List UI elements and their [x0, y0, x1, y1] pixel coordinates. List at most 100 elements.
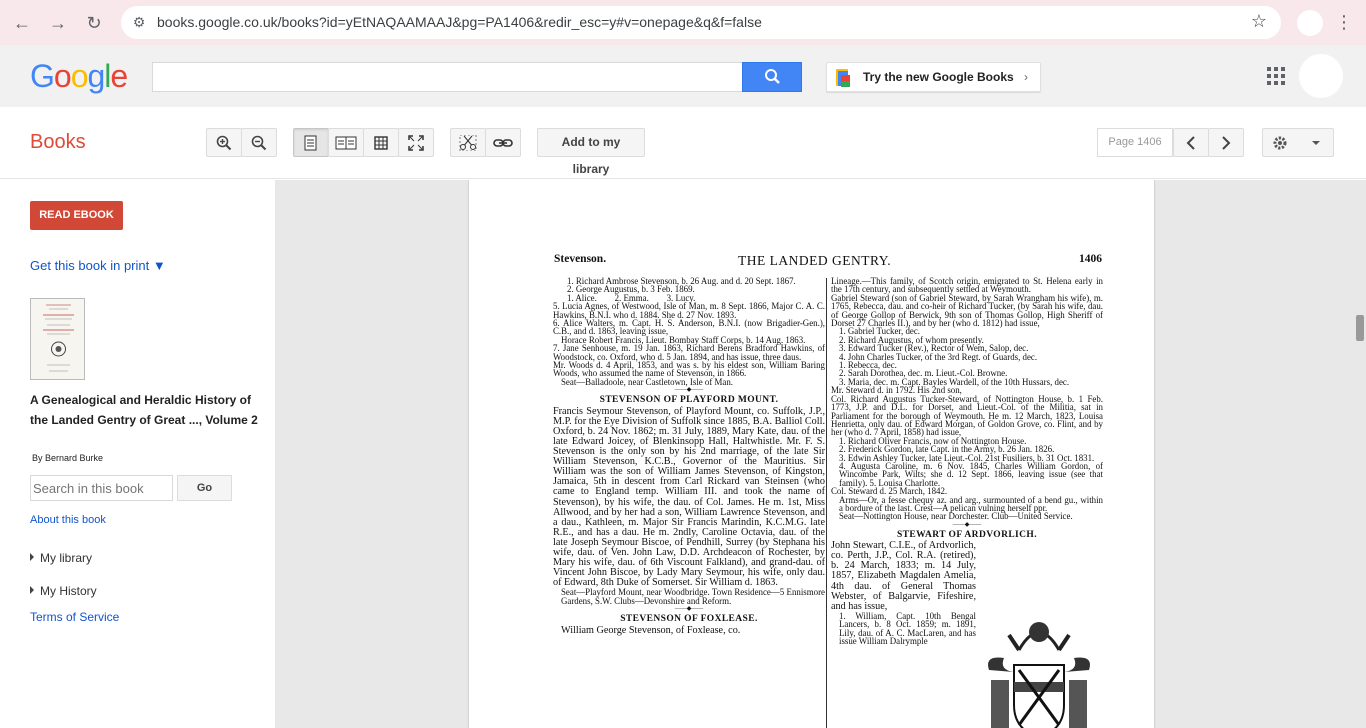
chevron-left-icon [1186, 136, 1195, 150]
entry: Lineage.—This family, of Scotch origin, … [831, 276, 1103, 295]
my-history-toggle[interactable]: My History [30, 584, 97, 598]
right-column: Lineage.—This family, of Scotch origin, … [831, 276, 1103, 647]
google-header: Google Try the new Google Books › [0, 45, 1366, 107]
zoom-out-icon [251, 135, 267, 151]
section-heading: STEVENSON OF FOXLEASE. [620, 614, 758, 625]
expand-triangle-icon [30, 586, 34, 594]
fullscreen-button[interactable] [398, 128, 434, 157]
google-books-icon [836, 69, 850, 87]
browser-chrome: ← → ↻ ⚙ books.google.co.uk/books?id=yEtN… [0, 0, 1366, 45]
entry: John Stewart, C.I.E., of Ardvorlich, co.… [831, 540, 976, 612]
clip-button[interactable] [450, 128, 486, 157]
ornament-divider: ——◆—— [952, 521, 982, 528]
bookmark-star-icon[interactable]: ☆ [1251, 11, 1267, 32]
entry: Mr. Woods d. 4 April, 1853, and was s. b… [553, 360, 825, 379]
my-history-label: My History [40, 584, 97, 598]
previous-page-button[interactable] [1173, 128, 1209, 157]
fullscreen-icon [408, 135, 424, 151]
chevron-right-icon: › [1024, 70, 1028, 84]
google-search-button[interactable] [742, 62, 802, 92]
scissors-icon [459, 134, 477, 152]
link-icon [493, 139, 513, 147]
column-divider [826, 278, 827, 728]
entry: Seat—Playford Mount, near Woodbridge. To… [561, 587, 825, 606]
book-title: A Genealogical and Heraldic History of t… [30, 393, 258, 427]
expand-triangle-icon [30, 553, 34, 561]
logo-letter: o [70, 58, 89, 94]
sidebar: READ EBOOK Get this book in print ▼ A Ge… [0, 180, 275, 728]
entry: 6. Alice Walters, m. Capt. H. S. Anderso… [553, 318, 825, 337]
single-page-view-button[interactable] [293, 128, 329, 157]
book-viewer[interactable]: Stevenson. THE LANDED GENTRY. 1406 1. Ri… [275, 180, 1366, 728]
entry: 4. Augusta Caroline, m. 6 Nov. 1845, Cha… [839, 460, 1103, 488]
search-go-button[interactable]: Go [177, 475, 232, 501]
try-new-google-books-button[interactable]: Try the new Google Books › [826, 62, 1041, 92]
entry: Gabriel Steward (son of Gabriel Steward,… [831, 292, 1103, 329]
caret-down-icon [1311, 141, 1320, 145]
site-settings-icon[interactable]: ⚙ [129, 12, 149, 32]
books-toolbar: Books Add to my library Page 1406 [0, 107, 1366, 179]
zoom-in-icon [216, 135, 232, 151]
entry: Seat—Nottington House, near Dorchester. … [839, 511, 1073, 522]
apps-grid-icon[interactable] [1267, 67, 1285, 85]
grid-view-icon [374, 136, 388, 150]
logo-letter: e [110, 58, 128, 94]
terms-of-service-link[interactable]: Terms of Service [30, 610, 119, 624]
profile-icon[interactable] [1297, 10, 1323, 36]
ornament-divider: ——◆—— [674, 387, 704, 394]
search-in-book-input[interactable] [30, 475, 173, 501]
account-avatar[interactable] [1299, 54, 1343, 98]
reload-icon[interactable]: ↻ [82, 11, 106, 35]
book-cover-thumbnail[interactable] [30, 298, 85, 380]
section-heading: STEVENSON OF PLAYFORD MOUNT. [599, 395, 779, 406]
header-page-number: 1406 [1079, 253, 1102, 265]
coat-of-arms-image [988, 622, 1090, 728]
google-logo[interactable]: Google [30, 58, 128, 95]
scrollbar-thumb[interactable] [1356, 315, 1364, 341]
books-title[interactable]: Books [30, 131, 86, 154]
entry: Francis Seymour Stevenson, of Playford M… [553, 405, 825, 589]
back-icon[interactable]: ← [10, 11, 34, 35]
two-page-icon [335, 136, 357, 150]
url-text[interactable]: books.google.co.uk/books?id=yEtNAQAAMAAJ… [157, 14, 762, 30]
read-ebook-button[interactable]: READ EBOOK [30, 201, 123, 230]
section-heading: STEWART OF ARDVORLICH. [897, 529, 1037, 540]
chevron-right-icon [1222, 136, 1231, 150]
ornament-divider: ——◆—— [674, 606, 704, 613]
book-author: By Bernard Burke [32, 453, 104, 463]
page-indicator[interactable]: Page 1406 [1097, 128, 1173, 157]
entry: Col. Richard Augustus Tucker-Steward, of… [831, 393, 1103, 438]
entry: 5. Lucia Agnes, of Westwood, Isle of Man… [553, 301, 825, 320]
left-column: 1. Richard Ambrose Stevenson, b. 26 Aug.… [553, 276, 825, 636]
entry: Seat—Balladoole, near Castletown, Isle o… [561, 376, 734, 387]
logo-letter: o [53, 58, 72, 94]
my-library-label: My library [40, 551, 93, 565]
link-button[interactable] [485, 128, 521, 157]
book-page: Stevenson. THE LANDED GENTRY. 1406 1. Ri… [469, 180, 1154, 728]
forward-icon[interactable]: → [46, 11, 70, 35]
my-library-toggle[interactable]: My library [30, 551, 92, 565]
entry: Arms—Or, a fesse chequy az. and arg., su… [839, 494, 1103, 513]
logo-letter: G [30, 58, 55, 94]
get-book-in-print-link[interactable]: Get this book in print ▼ [30, 258, 166, 273]
google-search-input[interactable] [152, 62, 744, 92]
browser-menu-icon[interactable]: ⋮ [1334, 10, 1354, 34]
about-this-book-link[interactable]: About this book [30, 514, 106, 526]
gear-icon [1273, 136, 1287, 150]
search-icon [765, 69, 780, 84]
logo-letter: g [87, 58, 105, 94]
settings-button[interactable] [1262, 128, 1334, 157]
zoom-in-button[interactable] [206, 128, 242, 157]
thumbnail-view-button[interactable] [363, 128, 399, 157]
page-header: Stevenson. THE LANDED GENTRY. 1406 [554, 253, 1102, 271]
next-page-button[interactable] [1208, 128, 1244, 157]
zoom-out-button[interactable] [241, 128, 277, 157]
single-page-icon [304, 135, 317, 151]
entry: 1. William, Capt. 10th Bengal Lancers, b… [839, 610, 976, 647]
two-page-view-button[interactable] [328, 128, 364, 157]
add-to-library-button[interactable]: Add to my library [537, 128, 645, 176]
try-new-label: Try the new Google Books [863, 70, 1014, 84]
address-bar[interactable]: ⚙ books.google.co.uk/books?id=yEtNAQAAMA… [121, 6, 1281, 39]
entry: 7. Jane Senhouse, m. 19 Jan. 1863, Richa… [553, 343, 825, 362]
header-left: Stevenson. [554, 253, 607, 265]
